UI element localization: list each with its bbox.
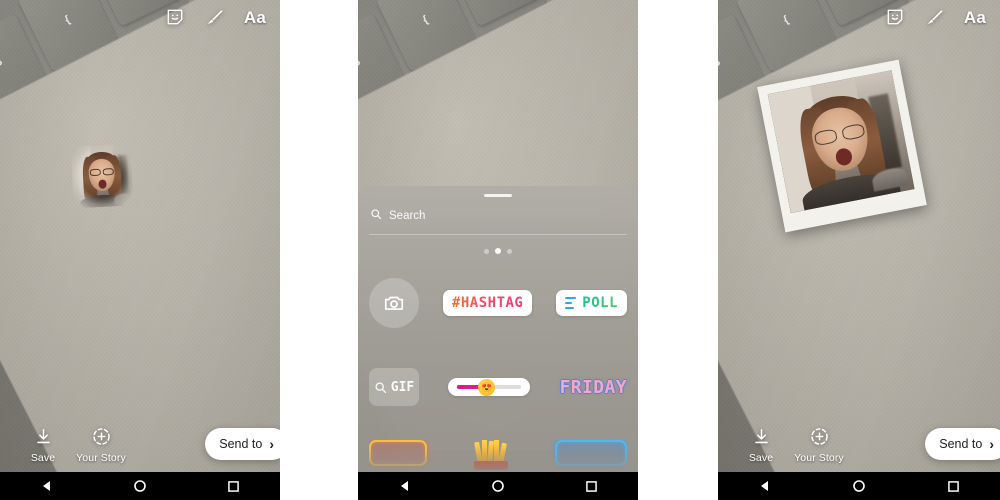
fries-box	[474, 461, 508, 470]
sticker-row: #HASHTAG POLL	[369, 272, 627, 334]
editor-toolbar: Aa	[0, 0, 280, 34]
mouth	[98, 179, 107, 189]
pen-marker-icon[interactable]	[924, 6, 946, 28]
selfie-photo-sticker[interactable]	[70, 143, 134, 209]
text-tool-icon[interactable]: Aa	[244, 9, 266, 26]
your-story-label: Your Story	[794, 451, 844, 464]
your-story-button[interactable]: Your Story	[790, 425, 848, 464]
your-story-button[interactable]: Your Story	[72, 425, 130, 464]
pen-marker-icon[interactable]	[204, 6, 226, 28]
sticker-row: GIF 😍 FRIDAY	[369, 356, 627, 418]
sticker-tray: Search #HASHTAG POLL GIF 😍 FRIDAY	[358, 186, 638, 472]
send-to-button[interactable]: Send to ›	[205, 428, 280, 460]
nav-recents-icon[interactable]	[946, 479, 960, 493]
magnifier-icon	[370, 207, 382, 225]
nav-home-icon[interactable]	[491, 479, 505, 493]
sticker-row-partial	[369, 440, 627, 470]
nav-back-icon[interactable]	[758, 479, 772, 493]
send-to-label: Send to	[939, 437, 983, 451]
page-dot[interactable]	[507, 248, 512, 254]
send-to-button[interactable]: Send to ›	[925, 428, 1000, 460]
nav-home-icon[interactable]	[852, 479, 866, 493]
add-to-story-icon	[89, 425, 113, 449]
nav-back-icon[interactable]	[398, 479, 412, 493]
selfie-image	[767, 70, 915, 213]
save-button[interactable]: Save	[14, 425, 72, 464]
camera-sticker[interactable]	[369, 278, 419, 328]
chevron-right-icon: ›	[989, 436, 994, 452]
text-tool-icon[interactable]: Aa	[964, 9, 986, 26]
friday-sticker[interactable]: FRIDAY	[560, 377, 627, 398]
selfie-photo-sticker-framed[interactable]	[757, 59, 927, 233]
fries-sticker[interactable]	[467, 440, 515, 470]
story-editor-panel-2: x P { " ^ O L : ? v Alt ,	[358, 0, 638, 500]
download-icon	[749, 425, 773, 449]
tray-page-dots	[369, 235, 627, 254]
sticker-search-bar[interactable]: Search	[369, 197, 627, 235]
selfie-frame-inner	[767, 70, 915, 213]
neon-sticker-blue[interactable]	[555, 440, 627, 466]
nav-home-icon[interactable]	[133, 479, 147, 493]
sticker-face-icon[interactable]	[884, 6, 906, 28]
shoulder-highlight	[113, 193, 132, 204]
story-editor-panel-1: x P { " ^ O L : ? v < ,	[0, 0, 280, 500]
poll-sticker-label: POLL	[582, 295, 618, 311]
your-story-label: Your Story	[76, 451, 126, 464]
glasses-icon	[89, 168, 114, 177]
save-button[interactable]: Save	[732, 425, 790, 464]
hashtag-sticker-label: #HASHTAG	[451, 295, 524, 311]
save-label: Save	[30, 451, 56, 464]
emoji-slider-sticker[interactable]: 😍	[448, 378, 531, 396]
heart-eyes-emoji-icon: 😍	[478, 378, 496, 396]
screenshot-stage: x P { " ^ O L : ? v < ,	[0, 0, 1000, 500]
android-nav-bar	[718, 472, 1000, 500]
nav-recents-icon[interactable]	[226, 479, 240, 493]
chevron-right-icon: ›	[269, 436, 274, 452]
gif-sticker-label: GIF	[390, 379, 415, 395]
page-dot[interactable]	[484, 248, 489, 254]
send-to-label: Send to	[219, 437, 263, 451]
story-action-bar: Save Your Story Send to ›	[0, 416, 280, 472]
neon-sticker-orange[interactable]	[369, 440, 427, 466]
poll-sticker[interactable]: POLL	[556, 290, 627, 316]
search-input[interactable]: Search	[389, 210, 425, 222]
sticker-face-icon[interactable]	[164, 6, 186, 28]
gif-search-sticker[interactable]: GIF	[369, 368, 419, 406]
save-label: Save	[748, 451, 774, 464]
nav-back-icon[interactable]	[40, 479, 54, 493]
page-dot-active[interactable]	[495, 248, 501, 254]
story-action-bar: Save Your Story Send to ›	[718, 416, 1000, 472]
sticker-grid: #HASHTAG POLL GIF 😍 FRIDAY	[369, 272, 627, 470]
nav-recents-icon[interactable]	[584, 479, 598, 493]
download-icon	[31, 425, 55, 449]
add-to-story-icon	[807, 425, 831, 449]
poll-bars-icon	[565, 296, 577, 310]
android-nav-bar	[0, 472, 280, 500]
hashtag-sticker[interactable]: #HASHTAG	[442, 290, 533, 316]
android-nav-bar	[358, 472, 638, 500]
editor-toolbar: Aa	[718, 0, 1000, 34]
selfie-image	[70, 143, 134, 209]
